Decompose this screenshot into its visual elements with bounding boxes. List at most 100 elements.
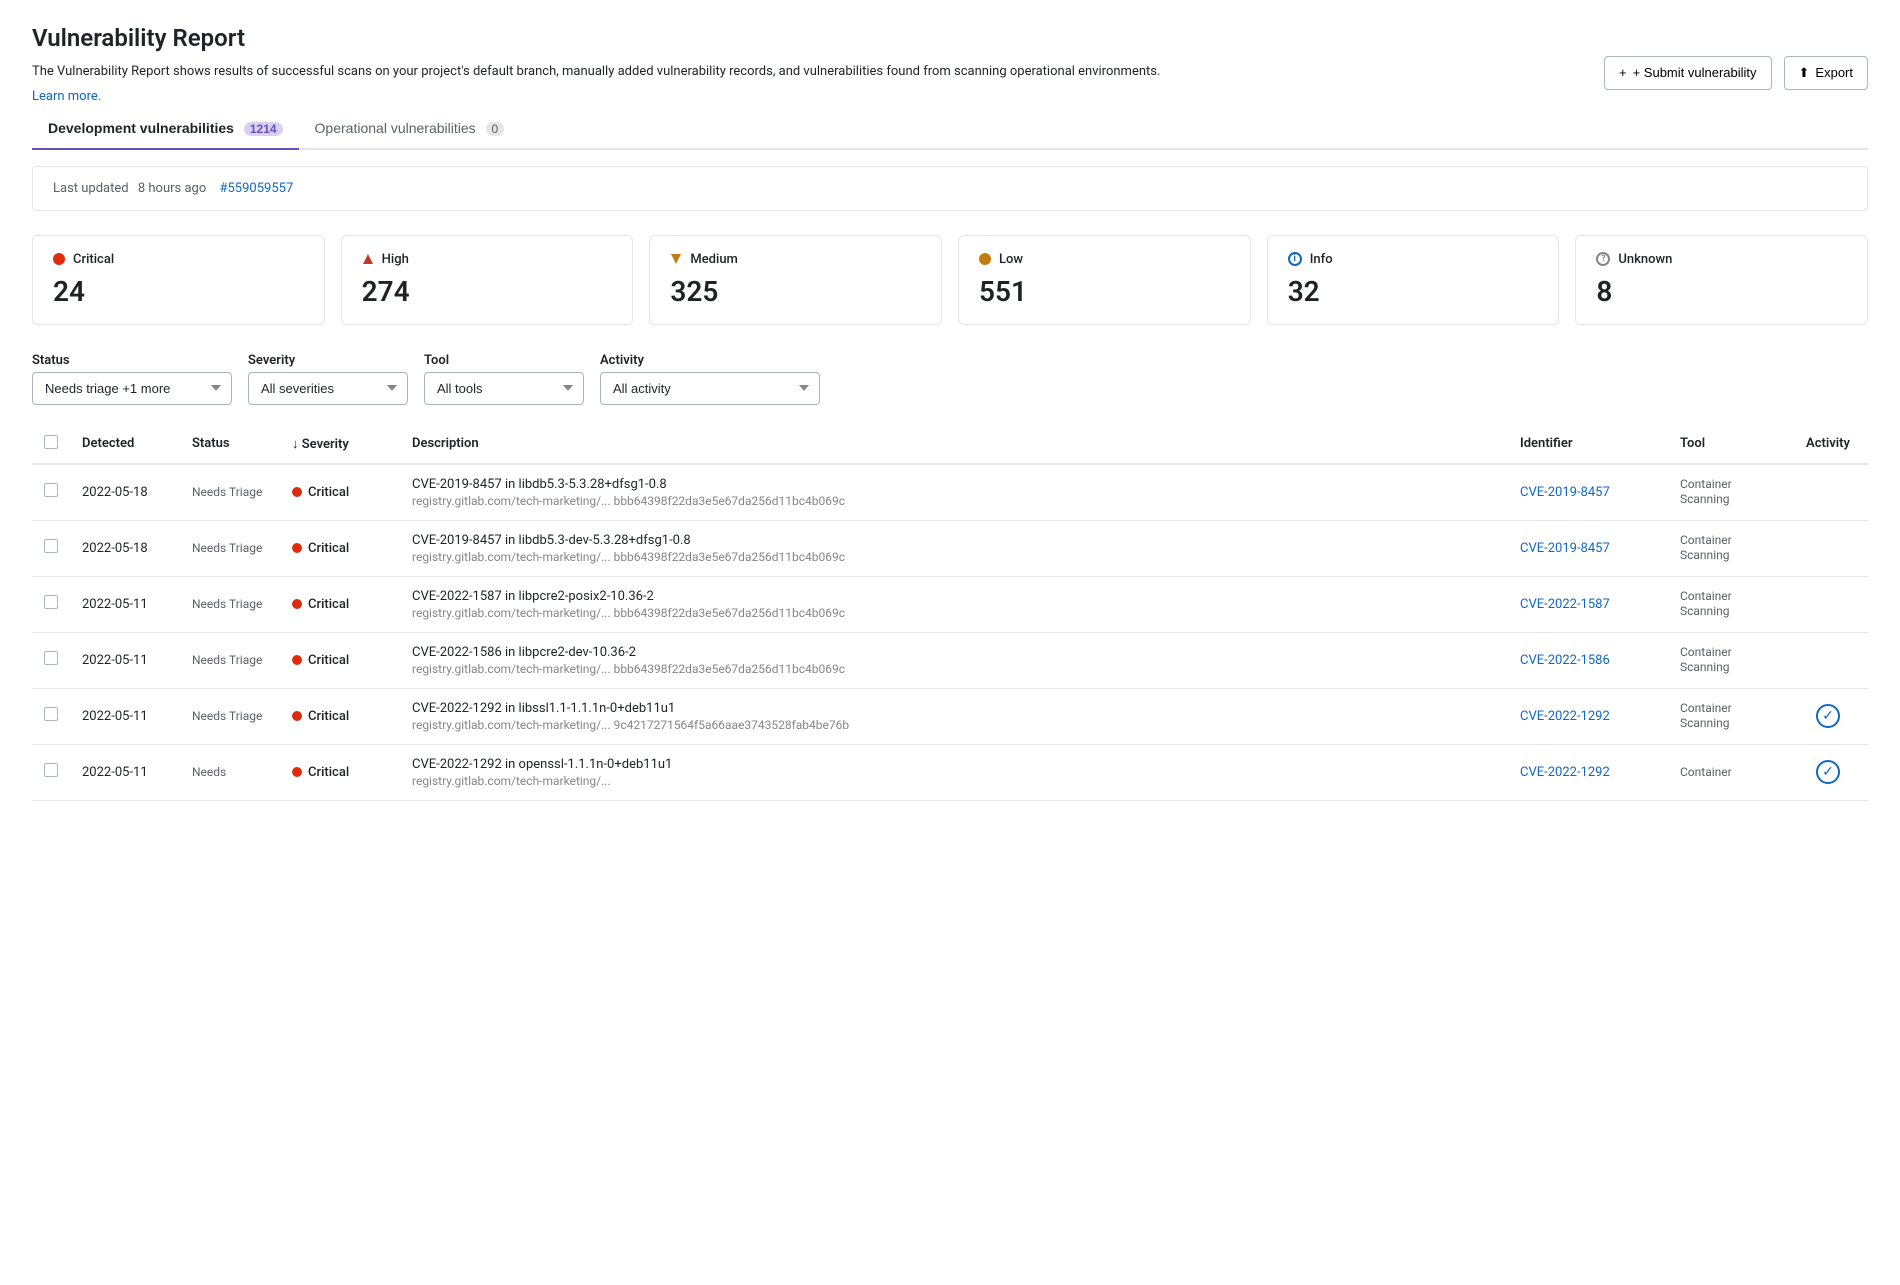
info-count: 32 xyxy=(1288,275,1539,308)
identifier-link[interactable]: CVE-2022-1586 xyxy=(1520,653,1610,668)
cell-identifier: CVE-2019-8457 xyxy=(1508,464,1668,521)
critical-dot-icon xyxy=(292,711,302,721)
activity-check-icon[interactable]: ✓ xyxy=(1816,704,1840,728)
description-main: CVE-2022-1292 in openssl-1.1.1n-0+deb11u… xyxy=(412,757,1496,772)
status-badge: Needs Triage xyxy=(192,597,262,611)
cell-detected: 2022-05-11 xyxy=(70,632,180,688)
cell-severity: Critical xyxy=(280,744,400,800)
table-row: 2022-05-18Needs TriageCriticalCVE-2019-8… xyxy=(32,464,1868,521)
severity-card-info[interactable]: i Info 32 xyxy=(1267,235,1560,325)
identifier-link[interactable]: CVE-2019-8457 xyxy=(1520,485,1610,500)
cell-description: CVE-2019-8457 in libdb5.3-5.3.28+dfsg1-0… xyxy=(400,464,1508,521)
commit-link[interactable]: #559059557 xyxy=(219,181,293,196)
cell-status: Needs xyxy=(180,744,280,800)
row-checkbox-1[interactable] xyxy=(44,539,58,553)
tab-dev-vulnerabilities[interactable]: Development vulnerabilities 1214 xyxy=(32,110,299,148)
select-all-checkbox[interactable] xyxy=(44,435,58,449)
high-count: 274 xyxy=(362,275,613,308)
cell-description: CVE-2022-1292 in openssl-1.1.1n-0+deb11u… xyxy=(400,744,1508,800)
description-sub: registry.gitlab.com/tech-marketing/... 9… xyxy=(412,718,1496,732)
col-header-check xyxy=(32,425,70,464)
description-main: CVE-2022-1292 in libssl1.1-1.1.1n-0+deb1… xyxy=(412,701,1496,716)
export-button[interactable]: ⬆ Export xyxy=(1784,56,1868,90)
severity-filter-label: Severity xyxy=(248,353,408,368)
cell-activity: ✓ xyxy=(1788,688,1868,744)
tool-filter-group: Tool All tools xyxy=(424,353,584,405)
cell-activity xyxy=(1788,520,1868,576)
severity-label: Critical xyxy=(308,653,349,668)
cell-description: CVE-2022-1586 in libpcre2-dev-10.36-2reg… xyxy=(400,632,1508,688)
status-badge: Needs Triage xyxy=(192,653,262,667)
row-checkbox-5[interactable] xyxy=(44,763,58,777)
vulnerabilities-table-wrapper: Detected Status ↓ Severity Description I… xyxy=(32,425,1868,801)
status-filter-label: Status xyxy=(32,353,232,368)
row-checkbox-4[interactable] xyxy=(44,707,58,721)
critical-dot-icon xyxy=(292,599,302,609)
table-row: 2022-05-11Needs TriageCriticalCVE-2022-1… xyxy=(32,576,1868,632)
description-sub: registry.gitlab.com/tech-marketing/... xyxy=(412,774,1496,788)
severity-label: Critical xyxy=(308,597,349,612)
severity-card-medium[interactable]: Medium 325 xyxy=(649,235,942,325)
severity-card-critical[interactable]: Critical 24 xyxy=(32,235,325,325)
submit-vulnerability-button[interactable]: + + Submit vulnerability xyxy=(1604,56,1772,90)
table-row: 2022-05-11Needs TriageCriticalCVE-2022-1… xyxy=(32,688,1868,744)
severity-filter-select[interactable]: All severities xyxy=(248,372,408,405)
table-row: 2022-05-11Needs Critical CVE-2022-1292 in … xyxy=(32,744,1868,800)
cell-detected: 2022-05-11 xyxy=(70,744,180,800)
cell-tool: Container Scanning xyxy=(1668,632,1788,688)
tool-label: Container Scanning xyxy=(1680,645,1732,674)
cell-severity: Critical xyxy=(280,576,400,632)
cell-severity: Critical xyxy=(280,520,400,576)
table-row: 2022-05-18Needs TriageCriticalCVE-2019-8… xyxy=(32,520,1868,576)
cell-tool: Container Scanning xyxy=(1668,688,1788,744)
status-filter-group: Status Needs triage +1 more xyxy=(32,353,232,405)
severity-card-high[interactable]: High 274 xyxy=(341,235,634,325)
identifier-link[interactable]: CVE-2022-1292 xyxy=(1520,709,1610,724)
tool-filter-label: Tool xyxy=(424,353,584,368)
description-main: CVE-2019-8457 in libdb5.3-dev-5.3.28+dfs… xyxy=(412,533,1496,548)
export-label: Export xyxy=(1815,65,1853,80)
vulnerabilities-table: Detected Status ↓ Severity Description I… xyxy=(32,425,1868,801)
tool-label: Container Scanning xyxy=(1680,477,1732,506)
tab-ops-vulnerabilities[interactable]: Operational vulnerabilities 0 xyxy=(299,110,521,148)
last-updated-bar: Last updated 8 hours ago #559059557 xyxy=(32,166,1868,211)
critical-dot-icon xyxy=(292,767,302,777)
cell-identifier: CVE-2022-1292 xyxy=(1508,744,1668,800)
cell-activity xyxy=(1788,464,1868,521)
cell-activity xyxy=(1788,576,1868,632)
page-title: Vulnerability Report xyxy=(32,24,1868,52)
severity-card-unknown[interactable]: ? Unknown 8 xyxy=(1575,235,1868,325)
row-checkbox-3[interactable] xyxy=(44,651,58,665)
info-label: Info xyxy=(1310,252,1333,267)
cell-identifier: CVE-2019-8457 xyxy=(1508,520,1668,576)
severity-card-low[interactable]: Low 551 xyxy=(958,235,1251,325)
learn-more-link[interactable]: Learn more. xyxy=(32,89,101,104)
cell-description: CVE-2019-8457 in libdb5.3-dev-5.3.28+dfs… xyxy=(400,520,1508,576)
activity-check-icon[interactable]: ✓ xyxy=(1816,760,1840,784)
tool-filter-select[interactable]: All tools xyxy=(424,372,584,405)
severity-label: Critical xyxy=(308,765,349,780)
cell-detected: 2022-05-18 xyxy=(70,464,180,521)
col-header-detected: Detected xyxy=(70,425,180,464)
medium-label: Medium xyxy=(690,252,738,267)
unknown-icon: ? xyxy=(1596,252,1610,266)
activity-filter-select[interactable]: All activity xyxy=(600,372,820,405)
description-main: CVE-2019-8457 in libdb5.3-5.3.28+dfsg1-0… xyxy=(412,477,1496,492)
cell-status: Needs Triage xyxy=(180,632,280,688)
tab-ops-label: Operational vulnerabilities xyxy=(315,120,476,136)
severity-label: Critical xyxy=(308,485,349,500)
col-header-severity[interactable]: ↓ Severity xyxy=(280,425,400,464)
critical-count: 24 xyxy=(53,275,304,308)
low-count: 551 xyxy=(979,275,1230,308)
critical-dot-icon xyxy=(292,655,302,665)
identifier-link[interactable]: CVE-2022-1292 xyxy=(1520,765,1610,780)
row-checkbox-2[interactable] xyxy=(44,595,58,609)
cell-severity: Critical xyxy=(280,688,400,744)
row-checkbox-0[interactable] xyxy=(44,483,58,497)
description-main: CVE-2022-1586 in libpcre2-dev-10.36-2 xyxy=(412,645,1496,660)
cell-detected: 2022-05-18 xyxy=(70,520,180,576)
status-filter-select[interactable]: Needs triage +1 more xyxy=(32,372,232,405)
identifier-link[interactable]: CVE-2022-1587 xyxy=(1520,597,1610,612)
table-row: 2022-05-11 Needs Triage Critical CVE-2022-1… xyxy=(32,632,1868,688)
identifier-link[interactable]: CVE-2019-8457 xyxy=(1520,541,1610,556)
